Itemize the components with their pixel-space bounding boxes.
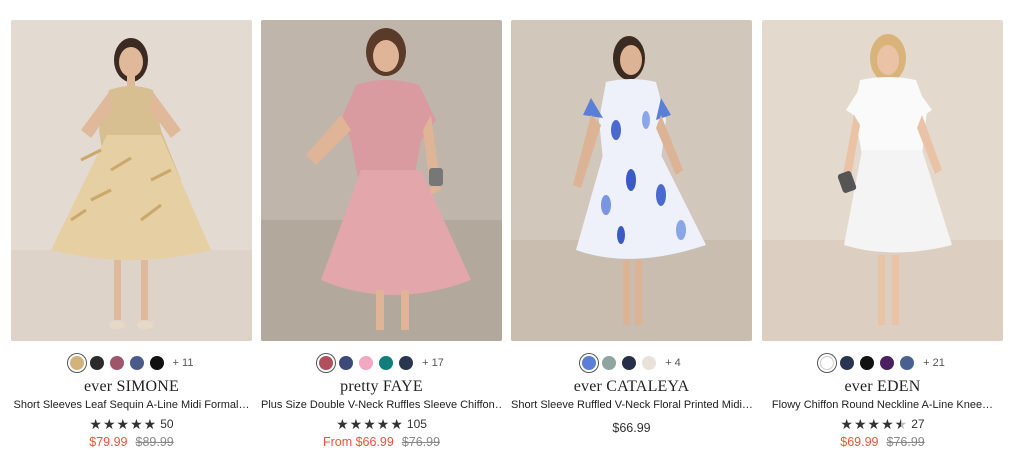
color-swatch[interactable] <box>622 356 637 370</box>
star-icon: ★ <box>349 416 363 432</box>
color-swatch[interactable] <box>582 356 597 370</box>
color-swatches: + 4 <box>511 354 752 372</box>
color-swatch[interactable] <box>602 356 617 370</box>
star-icon: ★ <box>853 416 867 432</box>
product-grid: + 11 ever SIMONE Short Sleeves Leaf Sequ… <box>0 0 1024 460</box>
star-icon: ★ <box>376 416 390 432</box>
product-image[interactable] <box>762 20 1003 341</box>
original-price: $76.99 <box>886 435 925 449</box>
star-icon: ★ <box>881 416 894 432</box>
product-rating: ★ ★ ★ ★ ★ 27 <box>762 416 1003 432</box>
color-swatch[interactable] <box>880 356 895 370</box>
original-price: $89.99 <box>135 435 174 449</box>
original-price: $76.99 <box>401 435 441 449</box>
color-swatch[interactable] <box>109 356 124 370</box>
star-icon: ★ <box>840 416 853 432</box>
product-price: $79.99 $89.99 <box>11 435 252 449</box>
sale-price: $69.99 <box>840 435 879 449</box>
more-colors-count[interactable]: + 17 <box>422 357 444 369</box>
product-title[interactable]: Plus Size Double V-Neck Ruffles Sleeve C… <box>261 399 502 411</box>
review-count: 105 <box>406 417 427 431</box>
star-icon: ★ <box>102 416 116 432</box>
sale-price: From $66.99 <box>322 435 394 449</box>
product-price: $66.99 <box>612 421 651 435</box>
star-icon: ★ <box>143 416 157 432</box>
review-count: 50 <box>160 417 174 431</box>
product-title[interactable]: Flowy Chiffon Round Neckline A-Line Knee… <box>762 399 1003 411</box>
color-swatches: + 17 <box>261 354 502 372</box>
star-icon: ★ <box>130 416 143 432</box>
star-icon: ★ <box>390 416 403 432</box>
color-swatch[interactable] <box>339 356 354 370</box>
more-colors-count[interactable]: + 21 <box>923 357 945 369</box>
sale-price: $79.99 <box>89 435 128 449</box>
product-image[interactable] <box>261 20 502 341</box>
product-brand[interactable]: ever SIMONE <box>11 378 252 396</box>
color-swatch[interactable] <box>69 356 84 370</box>
product-card[interactable]: + 4 ever CATALEYA Short Sleeve Ruffled V… <box>511 20 752 435</box>
half-star-icon: ★ <box>894 416 908 432</box>
review-count: 27 <box>911 417 925 431</box>
more-colors-count[interactable]: + 4 <box>665 357 681 369</box>
color-swatch[interactable] <box>860 356 875 370</box>
product-card[interactable]: + 17 pretty FAYE Plus Size Double V-Neck… <box>261 20 502 449</box>
color-swatch[interactable] <box>900 356 915 370</box>
star-icon: ★ <box>363 416 376 432</box>
product-price: From $66.99 $76.99 <box>261 435 502 449</box>
color-swatch[interactable] <box>89 356 104 370</box>
product-card[interactable]: + 11 ever SIMONE Short Sleeves Leaf Sequ… <box>11 20 252 449</box>
star-icon: ★ <box>336 416 349 432</box>
star-icon: ★ <box>89 416 102 432</box>
product-image[interactable] <box>11 20 252 341</box>
color-swatch[interactable] <box>319 356 334 370</box>
star-icon: ★ <box>867 416 881 432</box>
color-swatch[interactable] <box>642 356 657 370</box>
color-swatch[interactable] <box>820 356 835 370</box>
color-swatches: + 11 <box>11 354 252 372</box>
product-card[interactable]: + 21 ever EDEN Flowy Chiffon Round Neckl… <box>762 20 1003 449</box>
product-brand[interactable]: pretty FAYE <box>261 378 502 396</box>
color-swatch[interactable] <box>129 356 144 370</box>
product-brand[interactable]: ever CATALEYA <box>511 378 752 396</box>
color-swatches: + 21 <box>762 354 1003 372</box>
product-brand[interactable]: ever EDEN <box>762 378 1003 396</box>
color-swatch[interactable] <box>840 356 855 370</box>
product-price: $69.99 $76.99 <box>762 435 1003 449</box>
product-title[interactable]: Short Sleeve Ruffled V-Neck Floral Print… <box>511 399 752 411</box>
product-title[interactable]: Short Sleeves Leaf Sequin A-Line Midi Fo… <box>11 399 252 411</box>
product-rating: ★ ★ ★ ★ ★ 105 <box>261 416 502 432</box>
product-rating: ★ ★ ★ ★ ★ 50 <box>11 416 252 432</box>
more-colors-count[interactable]: + 11 <box>173 357 194 369</box>
color-swatch[interactable] <box>399 356 414 370</box>
star-icon: ★ <box>116 416 130 432</box>
color-swatch[interactable] <box>359 356 374 370</box>
product-image[interactable] <box>511 20 752 341</box>
color-swatch[interactable] <box>379 356 394 370</box>
color-swatch[interactable] <box>149 356 164 370</box>
